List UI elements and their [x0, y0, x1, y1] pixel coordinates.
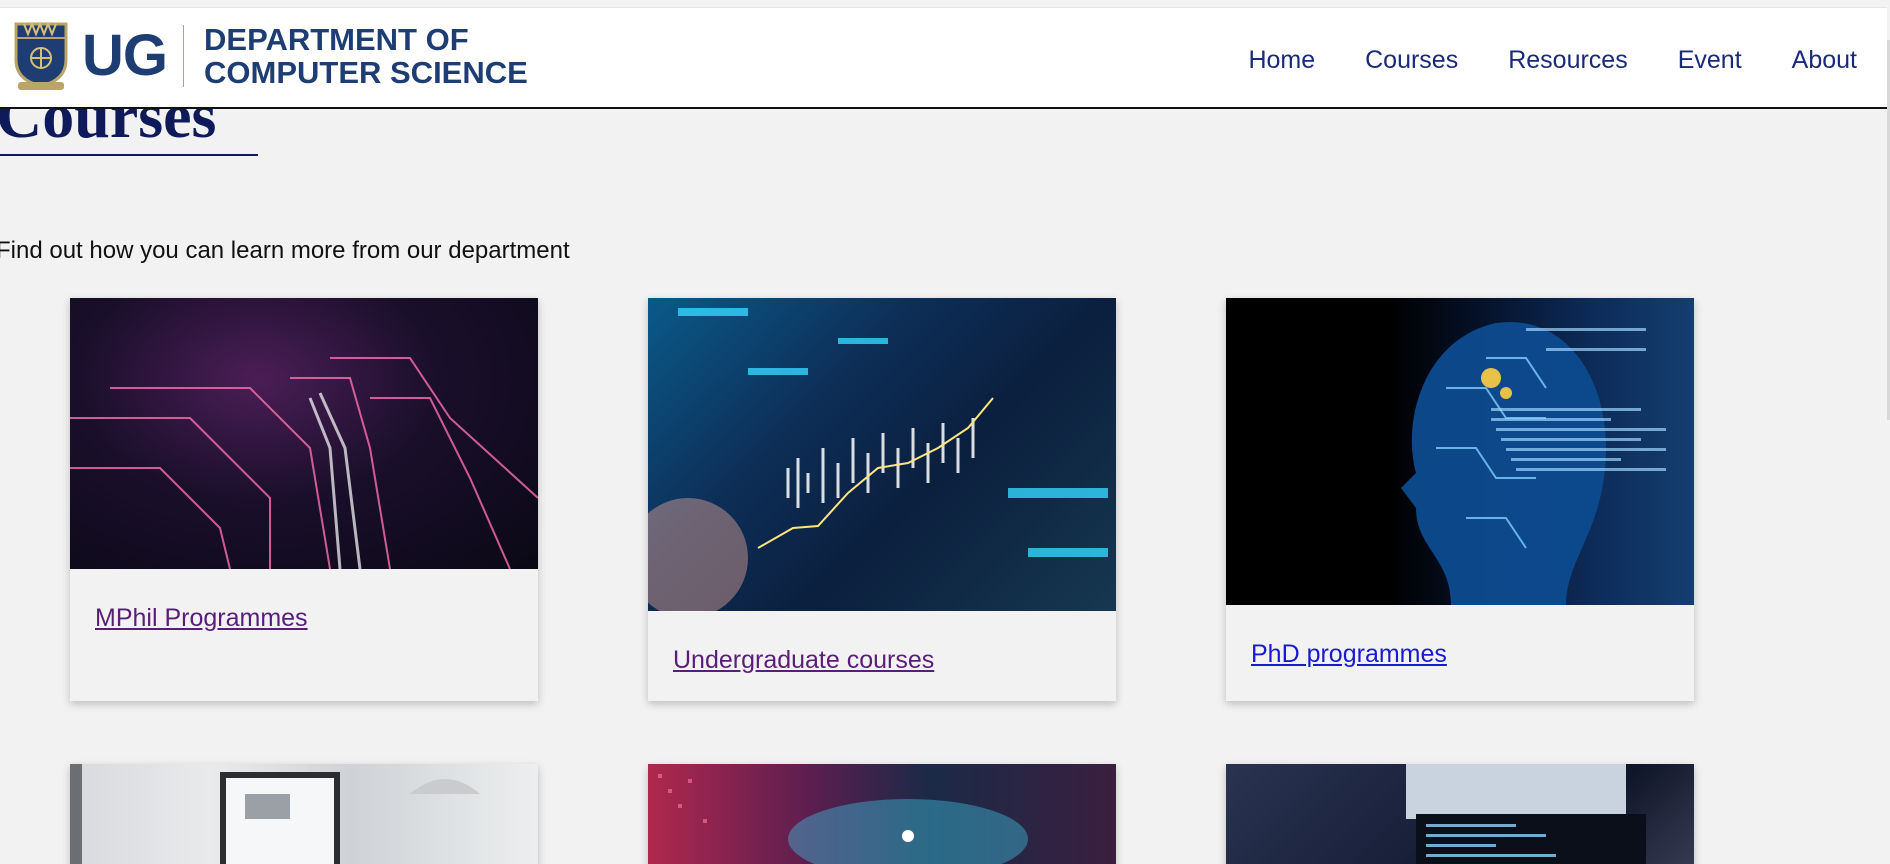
card-image-circuit	[70, 298, 539, 570]
card-image-ai-head	[1226, 298, 1694, 605]
card-image-data-chart	[628, 298, 1116, 618]
nav-home[interactable]: Home	[1248, 46, 1315, 75]
office-visual	[70, 764, 480, 864]
nav-courses[interactable]: Courses	[1365, 46, 1458, 75]
site-logo[interactable]: UG DEPARTMENT OF COMPUTER SCIENCE	[12, 20, 528, 92]
digital-visual	[658, 774, 1028, 864]
card-link-undergraduate-courses[interactable]: Undergraduate courses	[673, 646, 934, 675]
nav-event[interactable]: Event	[1678, 46, 1742, 75]
course-card-6	[1226, 764, 1694, 864]
page-intro: Find out how you can learn more from our…	[0, 237, 570, 264]
course-card-5	[648, 764, 1116, 864]
department-line-2: COMPUTER SCIENCE	[204, 55, 528, 90]
card-link-mphil-programmes[interactable]: MPhil Programmes	[95, 604, 308, 633]
monitors-visual	[1406, 764, 1646, 864]
university-crest-icon	[14, 21, 68, 90]
brand-short: UG	[82, 23, 168, 88]
ai-head-visual	[1401, 321, 1666, 605]
data-visual	[628, 308, 1108, 618]
card-image-programming-monitors	[1226, 764, 1694, 864]
course-card-mphil: MPhil Programmes	[70, 298, 539, 701]
department-line-1: DEPARTMENT OF	[204, 22, 469, 57]
page: UG DEPARTMENT OF COMPUTER SCIENCE Home C…	[0, 0, 1890, 864]
department-name: DEPARTMENT OF COMPUTER SCIENCE	[204, 23, 528, 89]
main-nav: Home Courses Resources Event About	[1198, 46, 1887, 75]
logo-divider	[183, 25, 184, 87]
card-link-phd-programmes[interactable]: PhD programmes	[1251, 640, 1447, 669]
nav-about[interactable]: About	[1792, 46, 1857, 75]
course-card-phd: PhD programmes	[1226, 298, 1694, 701]
title-underline	[0, 154, 258, 156]
card-image-digital-world	[648, 764, 1116, 864]
site-header: UG DEPARTMENT OF COMPUTER SCIENCE Home C…	[0, 7, 1887, 109]
course-card-undergraduate: Undergraduate courses	[628, 298, 1116, 701]
nav-resources[interactable]: Resources	[1508, 46, 1628, 75]
course-card-4	[70, 764, 538, 864]
card-image-office-desk	[70, 764, 538, 864]
circuit-pattern	[70, 357, 539, 570]
